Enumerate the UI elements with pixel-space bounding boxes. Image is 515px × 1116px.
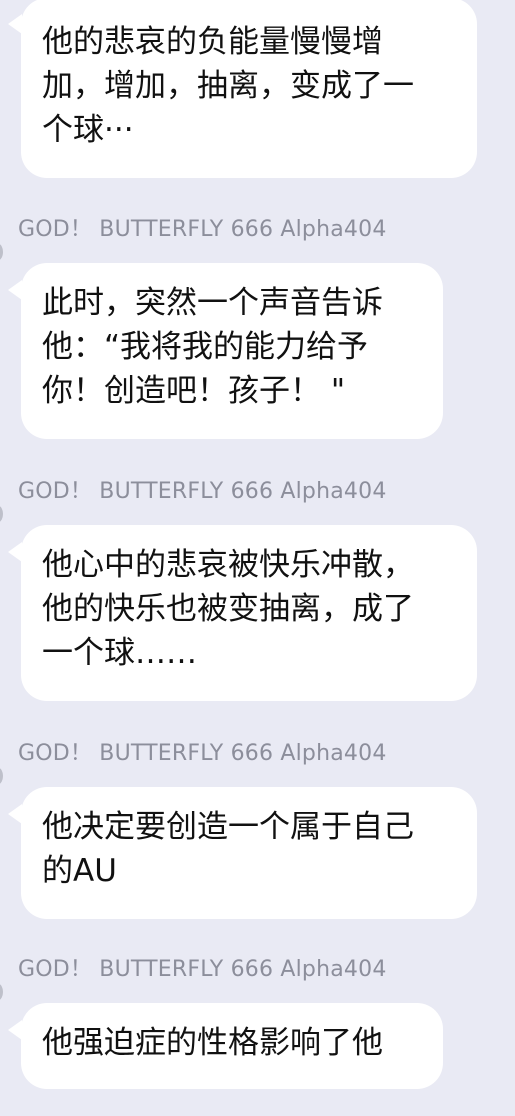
sender-name[interactable]: GOD！ BUTTERFLY 666 Alpha404 <box>18 478 387 506</box>
avatar-edge[interactable] <box>0 984 3 1000</box>
bubble-tail <box>8 542 22 562</box>
message-line: 他强迫症的性格影响了他 <box>42 1025 383 1061</box>
message-line: 加，增加，抽离，变成了一 <box>42 68 414 104</box>
message-line: 的AU <box>42 853 117 889</box>
message-bubble[interactable]: 他决定要创造一个属于自己 的AU <box>21 787 477 919</box>
sender-name[interactable]: GOD！ BUTTERFLY 666 Alpha404 <box>18 216 387 244</box>
message-line: 个球··· <box>42 112 134 148</box>
bubble-tail <box>8 14 22 34</box>
sender-name[interactable]: GOD！ BUTTERFLY 666 Alpha404 <box>18 956 387 984</box>
message-line: 他心中的悲哀被快乐冲散， <box>42 547 414 583</box>
message-line: 他的快乐也被变抽离，成了 <box>42 591 414 627</box>
message-line: 一个球…… <box>42 635 197 671</box>
message-bubble[interactable]: 他心中的悲哀被快乐冲散， 他的快乐也被变抽离，成了 一个球…… <box>21 525 477 701</box>
message-bubble[interactable]: 他的悲哀的负能量慢慢增 加，增加，抽离，变成了一 个球··· <box>21 0 477 178</box>
chat-message-list[interactable]: 他的悲哀的负能量慢慢增 加，增加，抽离，变成了一 个球··· GOD！ BUTT… <box>0 0 515 1116</box>
bubble-tail <box>8 1020 22 1040</box>
avatar-edge[interactable] <box>0 506 3 522</box>
message-line: 此时，突然一个声音告诉 <box>42 285 383 321</box>
avatar-edge[interactable] <box>0 768 3 784</box>
message-line: 他的悲哀的负能量慢慢增 <box>42 24 383 60</box>
avatar-edge[interactable] <box>0 244 3 260</box>
message-line: 你！创造吧！孩子！ " <box>42 373 346 409</box>
message-bubble[interactable]: 他强迫症的性格影响了他 <box>21 1003 443 1089</box>
message-line: 他：“我将我的能力给予 <box>42 329 369 365</box>
message-line: 他决定要创造一个属于自己 <box>42 809 414 845</box>
sender-name[interactable]: GOD！ BUTTERFLY 666 Alpha404 <box>18 740 387 768</box>
message-bubble[interactable]: 此时，突然一个声音告诉 他：“我将我的能力给予 你！创造吧！孩子！ " <box>21 263 443 439</box>
bubble-tail <box>8 804 22 824</box>
bubble-tail <box>8 280 22 300</box>
